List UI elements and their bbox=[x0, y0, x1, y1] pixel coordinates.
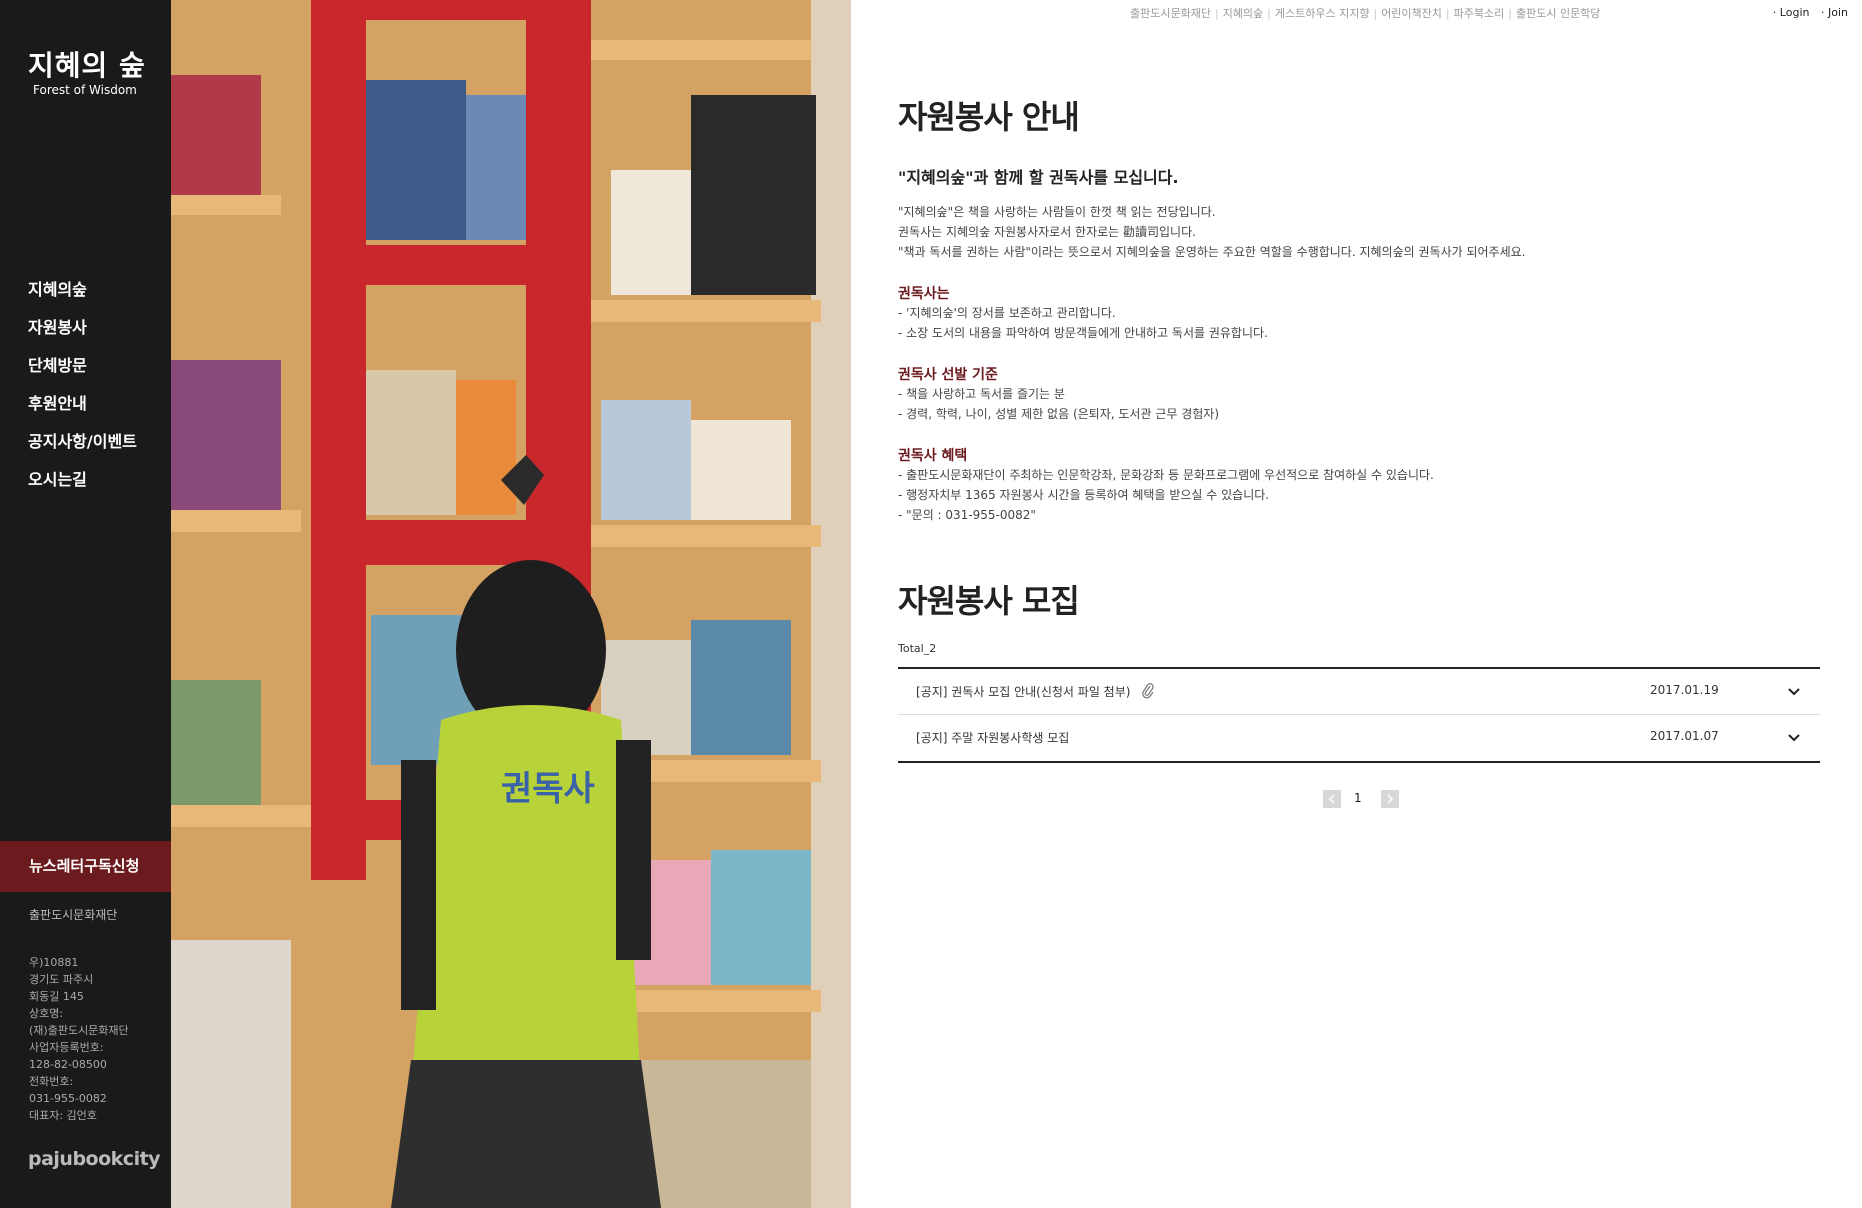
section-line: - 소장 도서의 내용을 파악하여 방문객들에게 안내하고 독서를 권유합니다. bbox=[898, 326, 1268, 340]
post-list: [공지] 권독사 모집 안내(신청서 파일 첨부) 2017.01.19 [공지… bbox=[898, 667, 1820, 763]
top-link[interactable]: 파주북소리 bbox=[1454, 7, 1505, 20]
post-title[interactable]: [공지] 권독사 모집 안내(신청서 파일 첨부) bbox=[916, 683, 1154, 702]
logo-korean: 지혜의 숲 bbox=[28, 49, 146, 82]
address-line: 031-955-0082 bbox=[29, 1092, 107, 1105]
section-heading: 권독사는 bbox=[898, 286, 950, 302]
section-line: - 행정자치부 1365 자원봉사 시간을 등록하여 혜택을 받으실 수 있습니… bbox=[898, 488, 1270, 502]
login-link[interactable]: · Login bbox=[1773, 6, 1810, 19]
page-title: 자원봉사 안내 bbox=[898, 98, 1080, 136]
page-number[interactable]: 1 bbox=[1354, 791, 1362, 805]
paperclip-icon bbox=[1142, 683, 1154, 702]
top-link[interactable]: 어린이책잔치 bbox=[1381, 7, 1442, 20]
list-item[interactable]: [공지] 권독사 모집 안내(신청서 파일 첨부) 2017.01.19 bbox=[898, 669, 1820, 715]
company-info: 우)10881 경기도 파주시 회동길 145 상호명: (재)출판도시문화재단… bbox=[29, 954, 159, 1124]
nav-item-forest[interactable]: 지혜의숲 bbox=[28, 278, 137, 316]
address-line: 우)10881 bbox=[29, 956, 79, 969]
divider: | bbox=[1267, 7, 1271, 20]
main-nav: 지혜의숲 자원봉사 단체방문 후원안내 공지사항/이벤트 오시는길 bbox=[28, 278, 137, 506]
address-line: 128-82-08500 bbox=[29, 1058, 107, 1071]
address-line: 경기도 파주시 bbox=[29, 973, 94, 986]
section-heading: 권독사 선발 기준 bbox=[898, 367, 998, 383]
lead-text: "지혜의숲"과 함께 할 권독사를 모십니다. bbox=[898, 168, 1179, 187]
logo-english: Forest of Wisdom bbox=[33, 83, 137, 97]
nav-item-sponsor[interactable]: 후원안내 bbox=[28, 392, 137, 430]
address-line: 상호명: bbox=[29, 1007, 64, 1020]
post-title-text: [공지] 권독사 모집 안내(신청서 파일 첨부) bbox=[916, 685, 1131, 699]
foundation-label: 출판도시문화재단 bbox=[29, 908, 118, 922]
chevron-down-icon[interactable] bbox=[1785, 728, 1803, 746]
svg-text:권독사: 권독사 bbox=[501, 769, 595, 809]
top-link[interactable]: 출판도시문화재단 bbox=[1130, 7, 1211, 20]
section-line: - '지혜의숲'의 장서를 보존하고 관리합니다. bbox=[898, 306, 1116, 320]
section-line: - "문의 : 031-955-0082" bbox=[898, 508, 1036, 522]
chevron-left-icon[interactable] bbox=[1323, 790, 1341, 808]
join-link[interactable]: · Join bbox=[1821, 6, 1848, 19]
top-link[interactable]: 출판도시 인문학당 bbox=[1516, 7, 1600, 20]
divider: | bbox=[1508, 7, 1512, 20]
recruit-title: 자원봉사 모집 bbox=[898, 582, 1080, 620]
address-line: 전화번호: bbox=[29, 1075, 74, 1088]
hero-photo: 권독사 bbox=[171, 0, 851, 1208]
join-label: Join bbox=[1827, 6, 1848, 19]
top-link[interactable]: 게스트하우스 지지향 bbox=[1275, 7, 1370, 20]
top-link[interactable]: 지혜의숲 bbox=[1223, 7, 1263, 20]
newsletter-subscribe-button[interactable]: 뉴스레터구독신청 bbox=[0, 841, 171, 892]
nav-item-group-visit[interactable]: 단체방문 bbox=[28, 354, 137, 392]
bookshelf-illustration: 권독사 bbox=[171, 0, 851, 1208]
address-line: 사업자등록번호: bbox=[29, 1041, 104, 1054]
section-body: - '지혜의숲'의 장서를 보존하고 관리합니다. - 소장 도서의 내용을 파… bbox=[898, 303, 1268, 343]
chevron-right-icon[interactable] bbox=[1381, 790, 1399, 808]
nav-item-volunteer[interactable]: 자원봉사 bbox=[28, 316, 137, 354]
divider: | bbox=[1445, 7, 1450, 20]
intro-line: 권독사는 지혜의숲 자원봉사자로서 한자로는 勸讀司입니다. bbox=[898, 225, 1196, 239]
section-heading: 권독사 혜택 bbox=[898, 448, 968, 464]
intro-line: "책과 독서를 권하는 사람"이라는 뜻으로서 지혜의숲을 운영하는 주요한 역… bbox=[898, 245, 1526, 259]
family-site-links: 출판도시문화재단 | 지혜의숲 | 게스트하우스 지지향 | 어린이책잔치 | 파주북소리 | 출판… bbox=[1130, 5, 1600, 21]
address-line: 회동길 145 bbox=[29, 990, 84, 1003]
address-line: (재)출판도시문화재단 bbox=[29, 1024, 129, 1037]
intro-paragraph: "지혜의숲"은 책을 사랑하는 사람들이 한껏 책 읽는 전당입니다. 권독사는… bbox=[898, 202, 1526, 262]
post-title[interactable]: [공지] 주말 자원봉사학생 모집 bbox=[916, 729, 1069, 746]
brand-logo[interactable]: pajubookcity bbox=[28, 1148, 161, 1170]
section-body: - 출판도시문화재단이 주최하는 인문학강좌, 문화강좌 등 문화프로그램에 우… bbox=[898, 465, 1434, 525]
nav-item-directions[interactable]: 오시는길 bbox=[28, 468, 137, 506]
total-count: Total_2 bbox=[898, 642, 937, 655]
section-line: - 경력, 학력, 나이, 성별 제한 없음 (은퇴자, 도서관 근무 경험자) bbox=[898, 407, 1220, 421]
login-label: Login bbox=[1779, 6, 1810, 19]
nav-item-notice-event[interactable]: 공지사항/이벤트 bbox=[28, 430, 137, 468]
intro-line: "지혜의숲"은 책을 사랑하는 사람들이 한껏 책 읽는 전당입니다. bbox=[898, 205, 1216, 219]
chevron-down-icon[interactable] bbox=[1785, 682, 1803, 700]
sidebar: 지혜의 숲 Forest of Wisdom 지혜의숲 자원봉사 단체방문 후원… bbox=[0, 0, 171, 1208]
post-date: 2017.01.07 bbox=[1650, 729, 1719, 743]
list-item[interactable]: [공지] 주말 자원봉사학생 모집 2017.01.07 bbox=[898, 715, 1820, 761]
auth-links: · Login · Join bbox=[1765, 6, 1848, 19]
address-line: 대표자: 김언호 bbox=[29, 1109, 97, 1122]
divider: | bbox=[1214, 7, 1219, 20]
divider: | bbox=[1373, 7, 1378, 20]
section-body: - 책을 사랑하고 독서를 즐기는 분 - 경력, 학력, 나이, 성별 제한 … bbox=[898, 384, 1219, 424]
post-date: 2017.01.19 bbox=[1650, 683, 1719, 697]
section-line: - 출판도시문화재단이 주최하는 인문학강좌, 문화강좌 등 문화프로그램에 우… bbox=[898, 468, 1434, 482]
section-line: - 책을 사랑하고 독서를 즐기는 분 bbox=[898, 387, 1065, 401]
logo[interactable]: 지혜의 숲 Forest of Wisdom bbox=[28, 50, 148, 98]
